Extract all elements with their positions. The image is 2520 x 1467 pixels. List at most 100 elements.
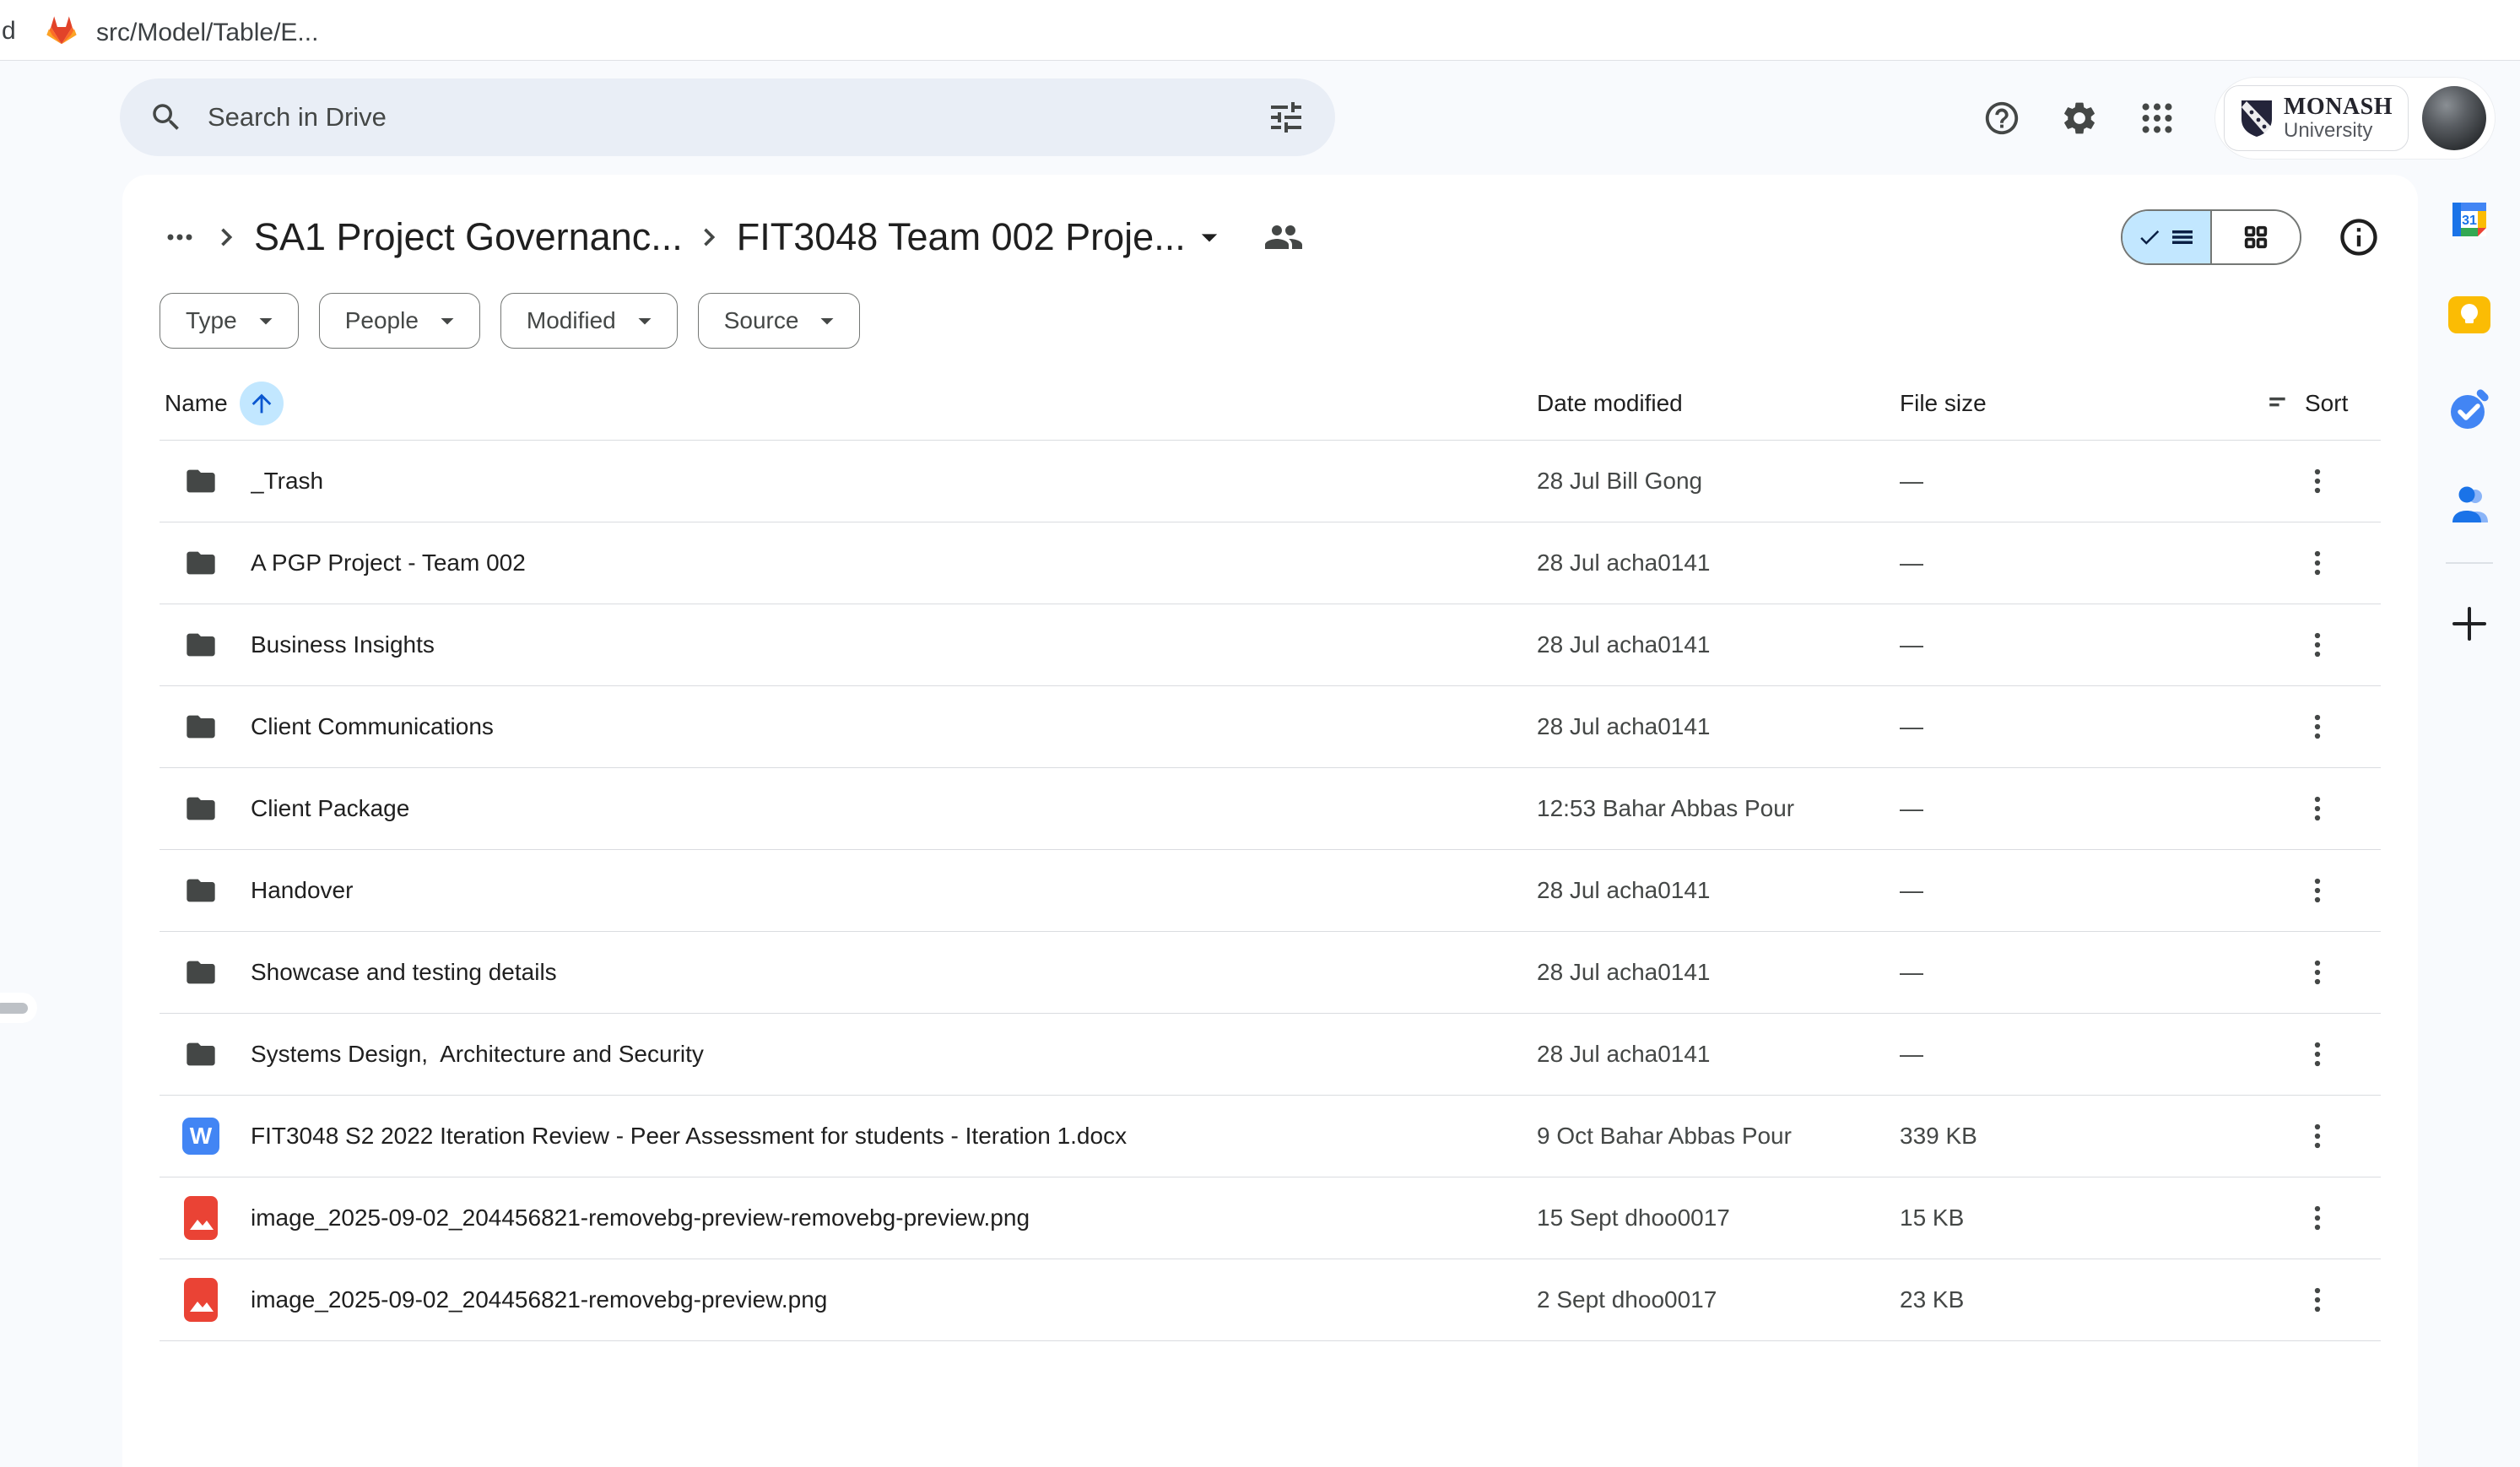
file-name-cell: Systems Design, Architecture and Securit… [160, 1035, 1537, 1074]
file-size: — [1900, 713, 2254, 740]
tune-icon[interactable] [1266, 97, 1306, 138]
row-menu-cell [2254, 459, 2381, 503]
table-row[interactable]: image_2025-09-02_204456821-removebg-prev… [160, 1177, 2381, 1259]
tasks-icon[interactable] [2446, 387, 2493, 434]
search-icon[interactable] [149, 100, 184, 135]
file-size: 15 KB [1900, 1204, 2254, 1232]
sort-arrow-up-icon[interactable] [240, 382, 284, 425]
file-name: Business Insights [251, 631, 435, 658]
dropdown-caret-icon[interactable] [1191, 219, 1228, 256]
file-table: Name Date modified File size Sort _Trash… [160, 367, 2381, 1341]
file-name: image_2025-09-02_204456821-removebg-prev… [251, 1286, 827, 1313]
table-row[interactable]: Client Package12:53 Bahar Abbas Pour— [160, 768, 2381, 850]
dropdown-caret-icon [432, 306, 462, 336]
table-row[interactable]: Systems Design, Architecture and Securit… [160, 1014, 2381, 1096]
keep-icon[interactable] [2446, 291, 2493, 338]
filter-chip-people[interactable]: People [319, 293, 480, 349]
file-size: — [1900, 959, 2254, 986]
contacts-icon[interactable] [2446, 482, 2493, 529]
plus-icon[interactable] [2446, 600, 2493, 647]
row-menu-cell [2254, 787, 2381, 831]
content-card: SA1 Project Governanc... FIT3048 Team 00… [122, 175, 2418, 1467]
file-size: — [1900, 468, 2254, 495]
file-name: Client Package [251, 795, 409, 822]
file-name: Showcase and testing details [251, 959, 557, 986]
help-icon[interactable] [1982, 99, 2021, 138]
more-vert-icon[interactable] [2296, 1278, 2339, 1322]
table-row[interactable]: Business Insights28 Jul acha0141— [160, 604, 2381, 686]
file-name: Client Communications [251, 713, 494, 740]
calendar-icon[interactable]: 31 [2446, 196, 2493, 243]
more-vert-icon[interactable] [2296, 1196, 2339, 1240]
row-menu-cell [2254, 1278, 2381, 1322]
table-row[interactable]: Showcase and testing details28 Jul acha0… [160, 932, 2381, 1014]
file-name: _Trash [251, 468, 323, 495]
breadcrumb-current[interactable]: FIT3048 Team 002 Proje... [737, 215, 1186, 259]
more-vert-icon[interactable] [2296, 1114, 2339, 1158]
sort-button[interactable]: Sort [2254, 389, 2381, 418]
file-name-cell: image_2025-09-02_204456821-removebg-prev… [160, 1199, 1537, 1237]
row-menu-cell [2254, 1032, 2381, 1076]
people-icon[interactable] [1263, 217, 1304, 257]
table-row[interactable]: _Trash 28 Jul Bill Gong— [160, 441, 2381, 522]
account-pill: MONASH University [2215, 78, 2495, 159]
search-bar[interactable] [120, 78, 1335, 156]
breadcrumb-parent[interactable]: SA1 Project Governanc... [254, 215, 683, 259]
more-vert-icon[interactable] [2296, 705, 2339, 749]
more-vert-icon[interactable] [2296, 459, 2339, 503]
more-vert-icon[interactable] [2296, 950, 2339, 994]
file-size: — [1900, 549, 2254, 577]
column-header-name[interactable]: Name [160, 382, 1537, 425]
table-row[interactable]: A PGP Project - Team 002 28 Jul acha0141— [160, 522, 2381, 604]
table-row[interactable]: Handover28 Jul acha0141— [160, 850, 2381, 932]
row-menu-cell [2254, 869, 2381, 912]
table-row[interactable]: W FIT3048 S2 2022 Iteration Review - Peer… [160, 1096, 2381, 1177]
monash-logo: MONASH University [2224, 85, 2409, 151]
folder-icon [181, 953, 220, 992]
file-size: — [1900, 1041, 2254, 1068]
more-vert-icon[interactable] [2296, 623, 2339, 667]
avatar[interactable] [2422, 86, 2486, 150]
org-name-line1: MONASH [2284, 95, 2393, 119]
dropdown-caret-icon [630, 306, 660, 336]
file-size: 23 KB [1900, 1286, 2254, 1313]
date-modified: 28 Jul acha0141 [1537, 1041, 1900, 1068]
file-name: FIT3048 S2 2022 Iteration Review - Peer … [251, 1123, 1127, 1150]
panel-drag-handle[interactable] [0, 993, 37, 1023]
filter-chip-type[interactable]: Type [160, 293, 299, 349]
filter-chips: Type People Modified Source [160, 293, 860, 349]
dropdown-caret-icon [251, 306, 281, 336]
apps-grid-icon[interactable] [2138, 99, 2177, 138]
column-header-size[interactable]: File size [1900, 390, 2254, 417]
gitlab-favicon [44, 14, 79, 47]
table-body: _Trash28 Jul Bill Gong—A PGP Project - T… [160, 441, 2381, 1341]
folder-icon [181, 789, 220, 828]
gear-icon[interactable] [2060, 99, 2099, 138]
filter-chip-modified[interactable]: Modified [500, 293, 678, 349]
breadcrumb: SA1 Project Governanc... FIT3048 Team 00… [160, 195, 2381, 279]
word-doc-icon: W [181, 1117, 220, 1156]
search-input[interactable] [206, 101, 1266, 133]
view-controls [2121, 209, 2381, 265]
row-menu-cell [2254, 623, 2381, 667]
more-vert-icon[interactable] [2296, 869, 2339, 912]
filter-chip-source[interactable]: Source [698, 293, 861, 349]
more-vert-icon[interactable] [2296, 1032, 2339, 1076]
google-drive-page: { "browser": { "tab_fragment": "d", "tab… [0, 0, 2520, 1467]
date-modified: 28 Jul acha0141 [1537, 631, 1900, 658]
more-vert-icon[interactable] [2296, 541, 2339, 585]
table-row[interactable]: image_2025-09-02_204456821-removebg-prev… [160, 1259, 2381, 1341]
file-size: — [1900, 877, 2254, 904]
date-modified: 28 Jul Bill Gong [1537, 468, 1900, 495]
breadcrumb-more-icon[interactable] [160, 217, 200, 257]
grid-view-toggle[interactable] [2212, 211, 2300, 263]
svg-text:31: 31 [2462, 214, 2477, 228]
browser-tab-title[interactable]: src/Model/Table/E... [96, 19, 318, 47]
info-icon[interactable] [2337, 215, 2381, 259]
list-view-toggle[interactable] [2123, 211, 2212, 263]
more-vert-icon[interactable] [2296, 787, 2339, 831]
table-row[interactable]: Client Communications28 Jul acha0141— [160, 686, 2381, 768]
file-name: A PGP Project - Team 002 [251, 549, 526, 577]
date-modified: 28 Jul acha0141 [1537, 549, 1900, 577]
column-header-modified[interactable]: Date modified [1537, 390, 1900, 417]
